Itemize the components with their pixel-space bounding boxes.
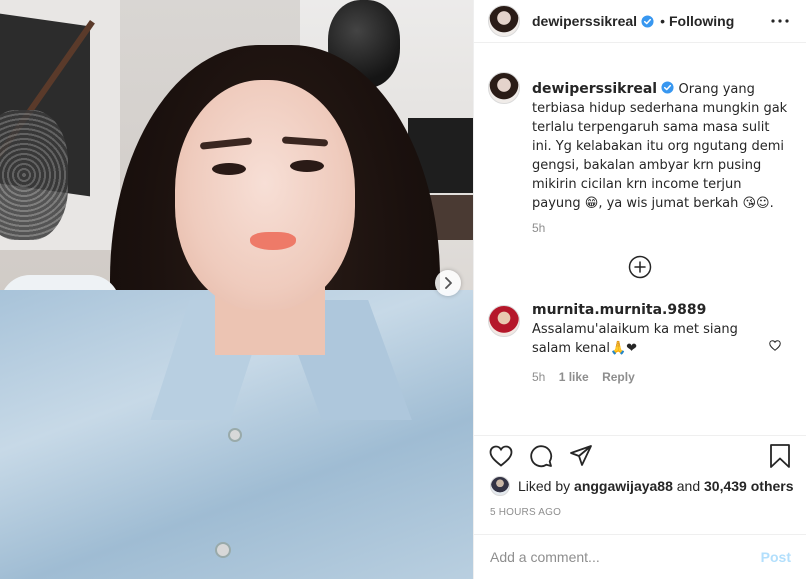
- caption-meta: 5h: [532, 221, 791, 235]
- eye-right: [290, 160, 324, 172]
- add-comment-bar: Post: [474, 534, 806, 579]
- comment-text: murnita.murnita.9889 Assalamu'alaikum ka…: [532, 301, 752, 358]
- comment-button[interactable]: [528, 443, 554, 469]
- likes-prefix: Liked by: [518, 478, 571, 494]
- background-fan: [0, 110, 68, 240]
- action-bar: [474, 435, 806, 475]
- comment-input[interactable]: [490, 549, 761, 565]
- heart-icon[interactable]: [769, 340, 781, 351]
- comment-body: murnita.murnita.9889 Assalamu'alaikum ka…: [532, 301, 752, 384]
- avatar[interactable]: [488, 305, 520, 337]
- like-button[interactable]: [488, 443, 514, 469]
- jacket-button: [228, 428, 242, 442]
- post-details-panel: dewiperssikreal • Following dewiperssikr…: [473, 0, 806, 579]
- caption: dewiperssikreal Orang yang terbiasa hidu…: [488, 62, 791, 235]
- comment-item: murnita.murnita.9889 Assalamu'alaikum ka…: [488, 301, 791, 384]
- separator-dot: •: [660, 13, 665, 29]
- share-button[interactable]: [568, 443, 594, 469]
- post-photo[interactable]: [0, 0, 473, 579]
- avatar[interactable]: [488, 72, 520, 104]
- caption-body: dewiperssikreal Orang yang terbiasa hidu…: [532, 80, 791, 235]
- share-icon: [570, 444, 592, 466]
- following-button[interactable]: Following: [669, 13, 734, 29]
- header-user: dewiperssikreal • Following: [532, 13, 734, 29]
- verified-badge-icon: [641, 14, 654, 28]
- jacket-button: [215, 542, 231, 558]
- comments-area[interactable]: dewiperssikreal Orang yang terbiasa hidu…: [474, 62, 806, 434]
- reply-button[interactable]: Reply: [602, 370, 635, 384]
- lips: [250, 232, 296, 250]
- more-options-button[interactable]: [768, 9, 792, 33]
- load-more-comments-button[interactable]: [488, 255, 791, 279]
- comment-meta: 5h 1 like Reply: [532, 370, 752, 384]
- caption-username[interactable]: dewiperssikreal: [532, 81, 657, 97]
- next-arrow-icon: [445, 277, 452, 289]
- caption-time[interactable]: 5h: [532, 221, 545, 235]
- liker-username[interactable]: anggawijaya88: [574, 478, 673, 494]
- comment-body-text: Assalamu'alaikum ka met siang salam kena…: [532, 322, 738, 356]
- bookmark-icon: [770, 443, 790, 468]
- next-photo-button[interactable]: [435, 270, 461, 296]
- caption-text: dewiperssikreal Orang yang terbiasa hidu…: [532, 80, 791, 213]
- post-comment-button[interactable]: Post: [761, 549, 791, 565]
- post-timestamp[interactable]: 5 HOURS AGO: [490, 507, 561, 518]
- avatar[interactable]: [490, 476, 510, 496]
- likes-summary: Liked by anggawijaya88 and 30,439 others: [490, 476, 794, 496]
- save-button[interactable]: [767, 443, 793, 469]
- post-header: dewiperssikreal • Following: [474, 0, 806, 43]
- load-more-icon: [628, 255, 651, 279]
- avatar[interactable]: [488, 5, 520, 37]
- eye-left: [212, 163, 246, 175]
- caption-body-text: Orang yang terbiasa hidup sederhana mung…: [532, 82, 788, 211]
- verified-badge-icon: [661, 81, 674, 94]
- heart-icon: [489, 445, 513, 467]
- comment-likes[interactable]: 1 like: [559, 370, 589, 384]
- likes-others-link[interactable]: 30,439 others: [704, 478, 794, 494]
- likes-connector: and: [676, 478, 701, 494]
- more-options-icon: [771, 19, 789, 23]
- username-link[interactable]: dewiperssikreal: [532, 13, 637, 29]
- comment-time[interactable]: 5h: [532, 370, 545, 384]
- comment-icon: [530, 444, 553, 467]
- comment-username[interactable]: murnita.murnita.9889: [532, 302, 706, 318]
- subject-face: [175, 80, 355, 310]
